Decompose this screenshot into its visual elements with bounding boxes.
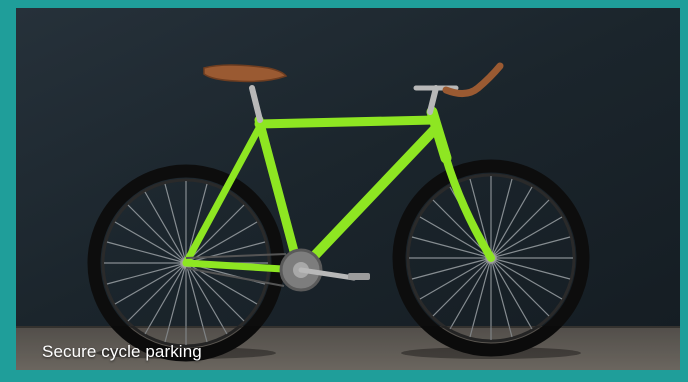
bicycle-photo xyxy=(16,8,680,370)
image-card[interactable]: Secure cycle parking xyxy=(16,8,680,370)
image-caption: Secure cycle parking xyxy=(42,342,202,361)
